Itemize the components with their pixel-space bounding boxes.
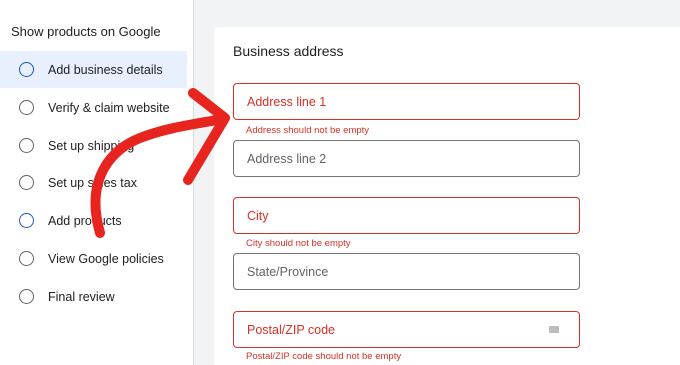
city-error: City should not be empty xyxy=(246,238,351,249)
city-placeholder: City xyxy=(247,209,269,223)
step-status-circle-icon xyxy=(19,138,34,153)
setup-sidebar: Show products on Google Add business det… xyxy=(0,0,194,365)
step-set-up-sales-tax[interactable]: Set up sales tax xyxy=(0,164,187,201)
address-line-2-placeholder: Address line 2 xyxy=(247,152,327,166)
step-label: Set up shipping xyxy=(48,138,135,153)
step-final-review[interactable]: Final review xyxy=(0,278,187,315)
postal-zip-error: Postal/ZIP code should not be empty xyxy=(246,351,402,362)
step-status-circle-icon xyxy=(19,62,34,77)
address-line-1-field[interactable]: Address line 1 xyxy=(233,83,580,120)
sidebar-title: Show products on Google xyxy=(11,24,161,39)
step-verify-claim-website[interactable]: Verify & claim website xyxy=(0,89,187,126)
address-line-2-field[interactable]: Address line 2 xyxy=(233,140,580,177)
step-status-circle-icon xyxy=(19,251,34,266)
state-province-field[interactable]: State/Province xyxy=(233,253,580,290)
step-status-circle-icon xyxy=(19,289,34,304)
step-status-circle-icon xyxy=(19,100,34,115)
address-line-1-placeholder: Address line 1 xyxy=(247,95,327,109)
step-status-circle-icon xyxy=(19,213,34,228)
step-label: Add products xyxy=(48,213,122,228)
step-status-circle-icon xyxy=(19,175,34,190)
postal-zip-field[interactable]: Postal/ZIP code xyxy=(233,311,580,348)
address-line-1-error: Address should not be empty xyxy=(246,125,370,136)
step-label: Verify & claim website xyxy=(48,100,170,115)
step-label: Set up sales tax xyxy=(48,175,137,190)
step-label: Final review xyxy=(48,289,115,304)
step-label: View Google policies xyxy=(48,251,164,266)
step-set-up-shipping[interactable]: Set up shipping xyxy=(0,127,187,164)
city-field[interactable]: City xyxy=(233,197,580,234)
postal-zip-placeholder: Postal/ZIP code xyxy=(247,323,336,337)
step-label: Add business details xyxy=(48,62,163,77)
step-add-business-details[interactable]: Add business details xyxy=(0,51,187,88)
section-title: Business address xyxy=(233,43,344,59)
autofill-card-icon[interactable] xyxy=(549,326,559,333)
state-province-placeholder: State/Province xyxy=(247,265,329,279)
step-add-products[interactable]: Add products xyxy=(0,202,187,239)
step-view-google-policies[interactable]: View Google policies xyxy=(0,240,187,277)
